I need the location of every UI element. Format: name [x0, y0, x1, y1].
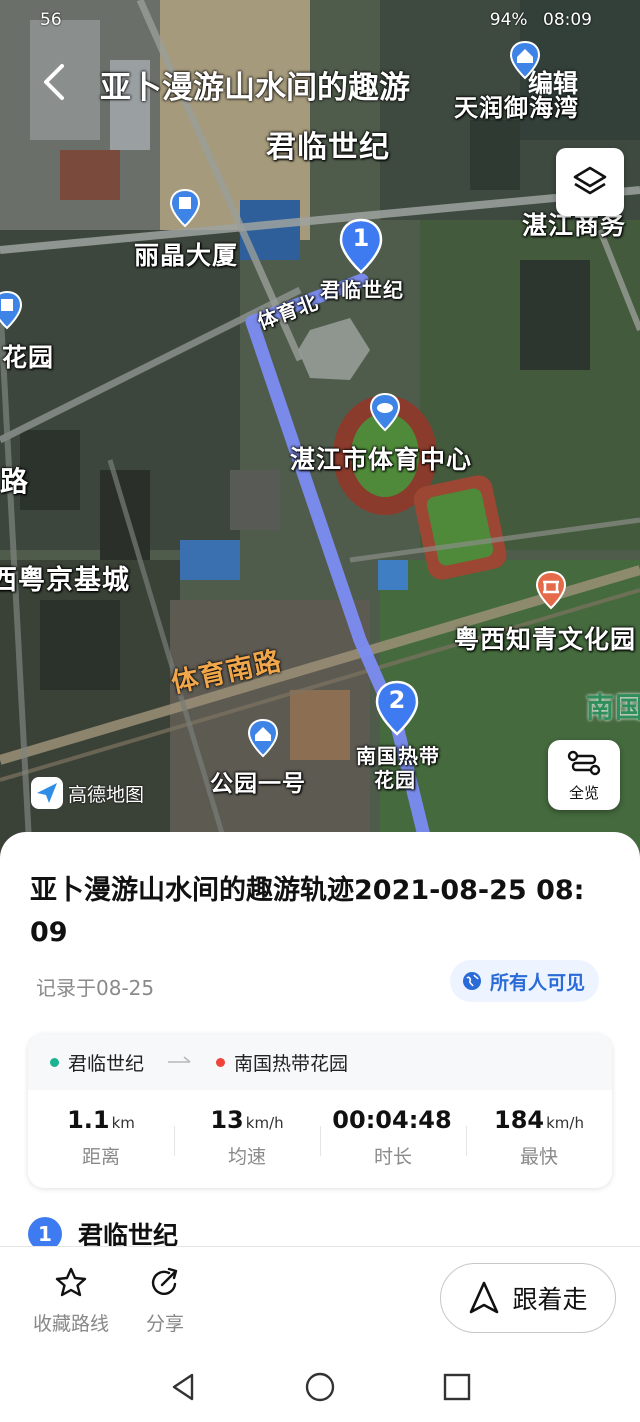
globe-icon	[463, 972, 481, 990]
waypoint-marker-end[interactable]: 2	[374, 680, 420, 736]
route-end: 南国热带花园	[234, 1052, 349, 1075]
nav-back-icon[interactable]	[166, 1370, 200, 1404]
building-poi-icon[interactable]	[168, 188, 202, 228]
chevron-left-icon	[44, 64, 64, 100]
stat-unit: km	[111, 1114, 135, 1132]
track-stats-card: 君临世纪 南国热带花园 1.1 km 距离 13 km/h 均速 00:04:48 …	[28, 1034, 612, 1188]
map-view[interactable]: 56 94% 08:09 亚卜漫游山水间的趣游 编辑 天润御海湾 君临世纪 湛江…	[0, 0, 640, 860]
follow-route-button[interactable]: 跟着走	[440, 1263, 616, 1333]
stat-max-speed: 184 km/h 最快	[466, 1106, 612, 1169]
waypoint-number: 2	[388, 686, 406, 714]
track-title: 亚卜漫游山水间的趣游轨迹2021-08-25 08:09	[30, 875, 585, 948]
stat-label: 最快	[519, 1146, 558, 1168]
map-label-lijing: 丽晶大厦	[134, 241, 239, 270]
route-overview-icon	[567, 750, 601, 776]
map-label-nan: 南国	[586, 691, 640, 724]
map-label-sports-center: 湛江市体育中心	[290, 445, 473, 474]
waypoint-number: 1	[352, 224, 370, 252]
map-label-end-2: 花园	[374, 768, 416, 792]
residential-poi-icon[interactable]	[246, 718, 280, 758]
status-right: 94% 08:09	[490, 10, 592, 30]
map-label-gongyuan: 公园一号	[210, 771, 306, 797]
nav-recents-icon[interactable]	[440, 1370, 474, 1404]
residential-poi-icon[interactable]	[508, 40, 542, 80]
page-title: 亚卜漫游山水间的趣游	[100, 70, 410, 106]
share-label: 分享	[145, 1313, 184, 1335]
nav-home-icon[interactable]	[303, 1370, 337, 1404]
stat-duration: 00:04:48 时长	[320, 1106, 466, 1169]
visibility-button[interactable]: 所有人可见	[450, 960, 600, 1002]
amap-logo-icon	[31, 777, 63, 809]
stat-distance: 1.1 km 距离	[28, 1106, 174, 1169]
bottom-action-bar: 收藏路线 分享 跟着走	[0, 1246, 640, 1354]
status-bar: 56 94% 08:09	[0, 0, 640, 40]
stadium-poi-icon[interactable]	[368, 392, 402, 432]
stat-value: 184	[494, 1106, 545, 1134]
map-label-tianrun: 天润御海湾	[454, 94, 579, 122]
star-icon	[55, 1267, 87, 1297]
overview-button[interactable]: 全览	[548, 740, 620, 810]
layers-icon	[573, 166, 607, 195]
system-navigation-bar	[0, 1354, 640, 1422]
share-icon	[151, 1267, 178, 1296]
stat-label: 距离	[81, 1146, 120, 1168]
stat-label: 时长	[373, 1146, 412, 1168]
route-start: 君临世纪	[68, 1052, 145, 1075]
track-detail-sheet: 亚卜漫游山水间的趣游轨迹2021-08-25 08:09 记录于08-25 所有…	[0, 832, 640, 1252]
back-button[interactable]	[36, 60, 72, 104]
overview-label: 全览	[568, 784, 599, 802]
building-poi-icon[interactable]	[0, 290, 24, 330]
recorded-date: 记录于08-25	[36, 976, 155, 1000]
stat-value: 13	[210, 1106, 244, 1134]
start-dot-icon	[50, 1057, 59, 1067]
map-label-junlin-area: 君临世纪	[266, 130, 390, 165]
map-layers-button[interactable]	[556, 148, 624, 216]
stat-value: 1.1	[67, 1106, 110, 1134]
signal-indicator: 56	[40, 10, 62, 30]
favorite-label: 收藏路线	[32, 1313, 109, 1335]
share-button[interactable]: 分享	[140, 1265, 190, 1336]
arrow-right-icon	[168, 1056, 191, 1063]
map-label-huayuan: 花园	[2, 343, 55, 372]
stat-unit: km/h	[546, 1114, 584, 1132]
map-provider-logo: 高德地图	[30, 776, 144, 810]
end-dot-icon	[216, 1057, 226, 1067]
map-label-lu: 路	[0, 465, 30, 498]
map-provider-name: 高德地图	[68, 783, 145, 806]
route-summary: 君临世纪 南国热带花园	[28, 1034, 612, 1090]
map-label-yuejing: 西粤京基城	[0, 565, 130, 596]
culture-poi-icon[interactable]	[534, 570, 568, 610]
map-label-start: 君临世纪	[320, 278, 404, 302]
favorite-route-button[interactable]: 收藏路线	[28, 1265, 114, 1336]
stat-value: 00:04:48	[332, 1106, 452, 1134]
clock: 08:09	[543, 10, 592, 30]
stat-unit: km/h	[245, 1114, 284, 1132]
stat-avg-speed: 13 km/h 均速	[174, 1106, 320, 1169]
battery-level: 94%	[489, 10, 528, 30]
waypoint-marker-start[interactable]: 1	[338, 218, 384, 274]
follow-label: 跟着走	[512, 1285, 588, 1314]
visibility-label: 所有人可见	[490, 971, 586, 994]
map-label-yuexi-zhiqing: 粤西知青文化园	[454, 625, 637, 654]
stat-label: 均速	[227, 1146, 266, 1168]
navigation-arrow-icon	[470, 1281, 499, 1314]
